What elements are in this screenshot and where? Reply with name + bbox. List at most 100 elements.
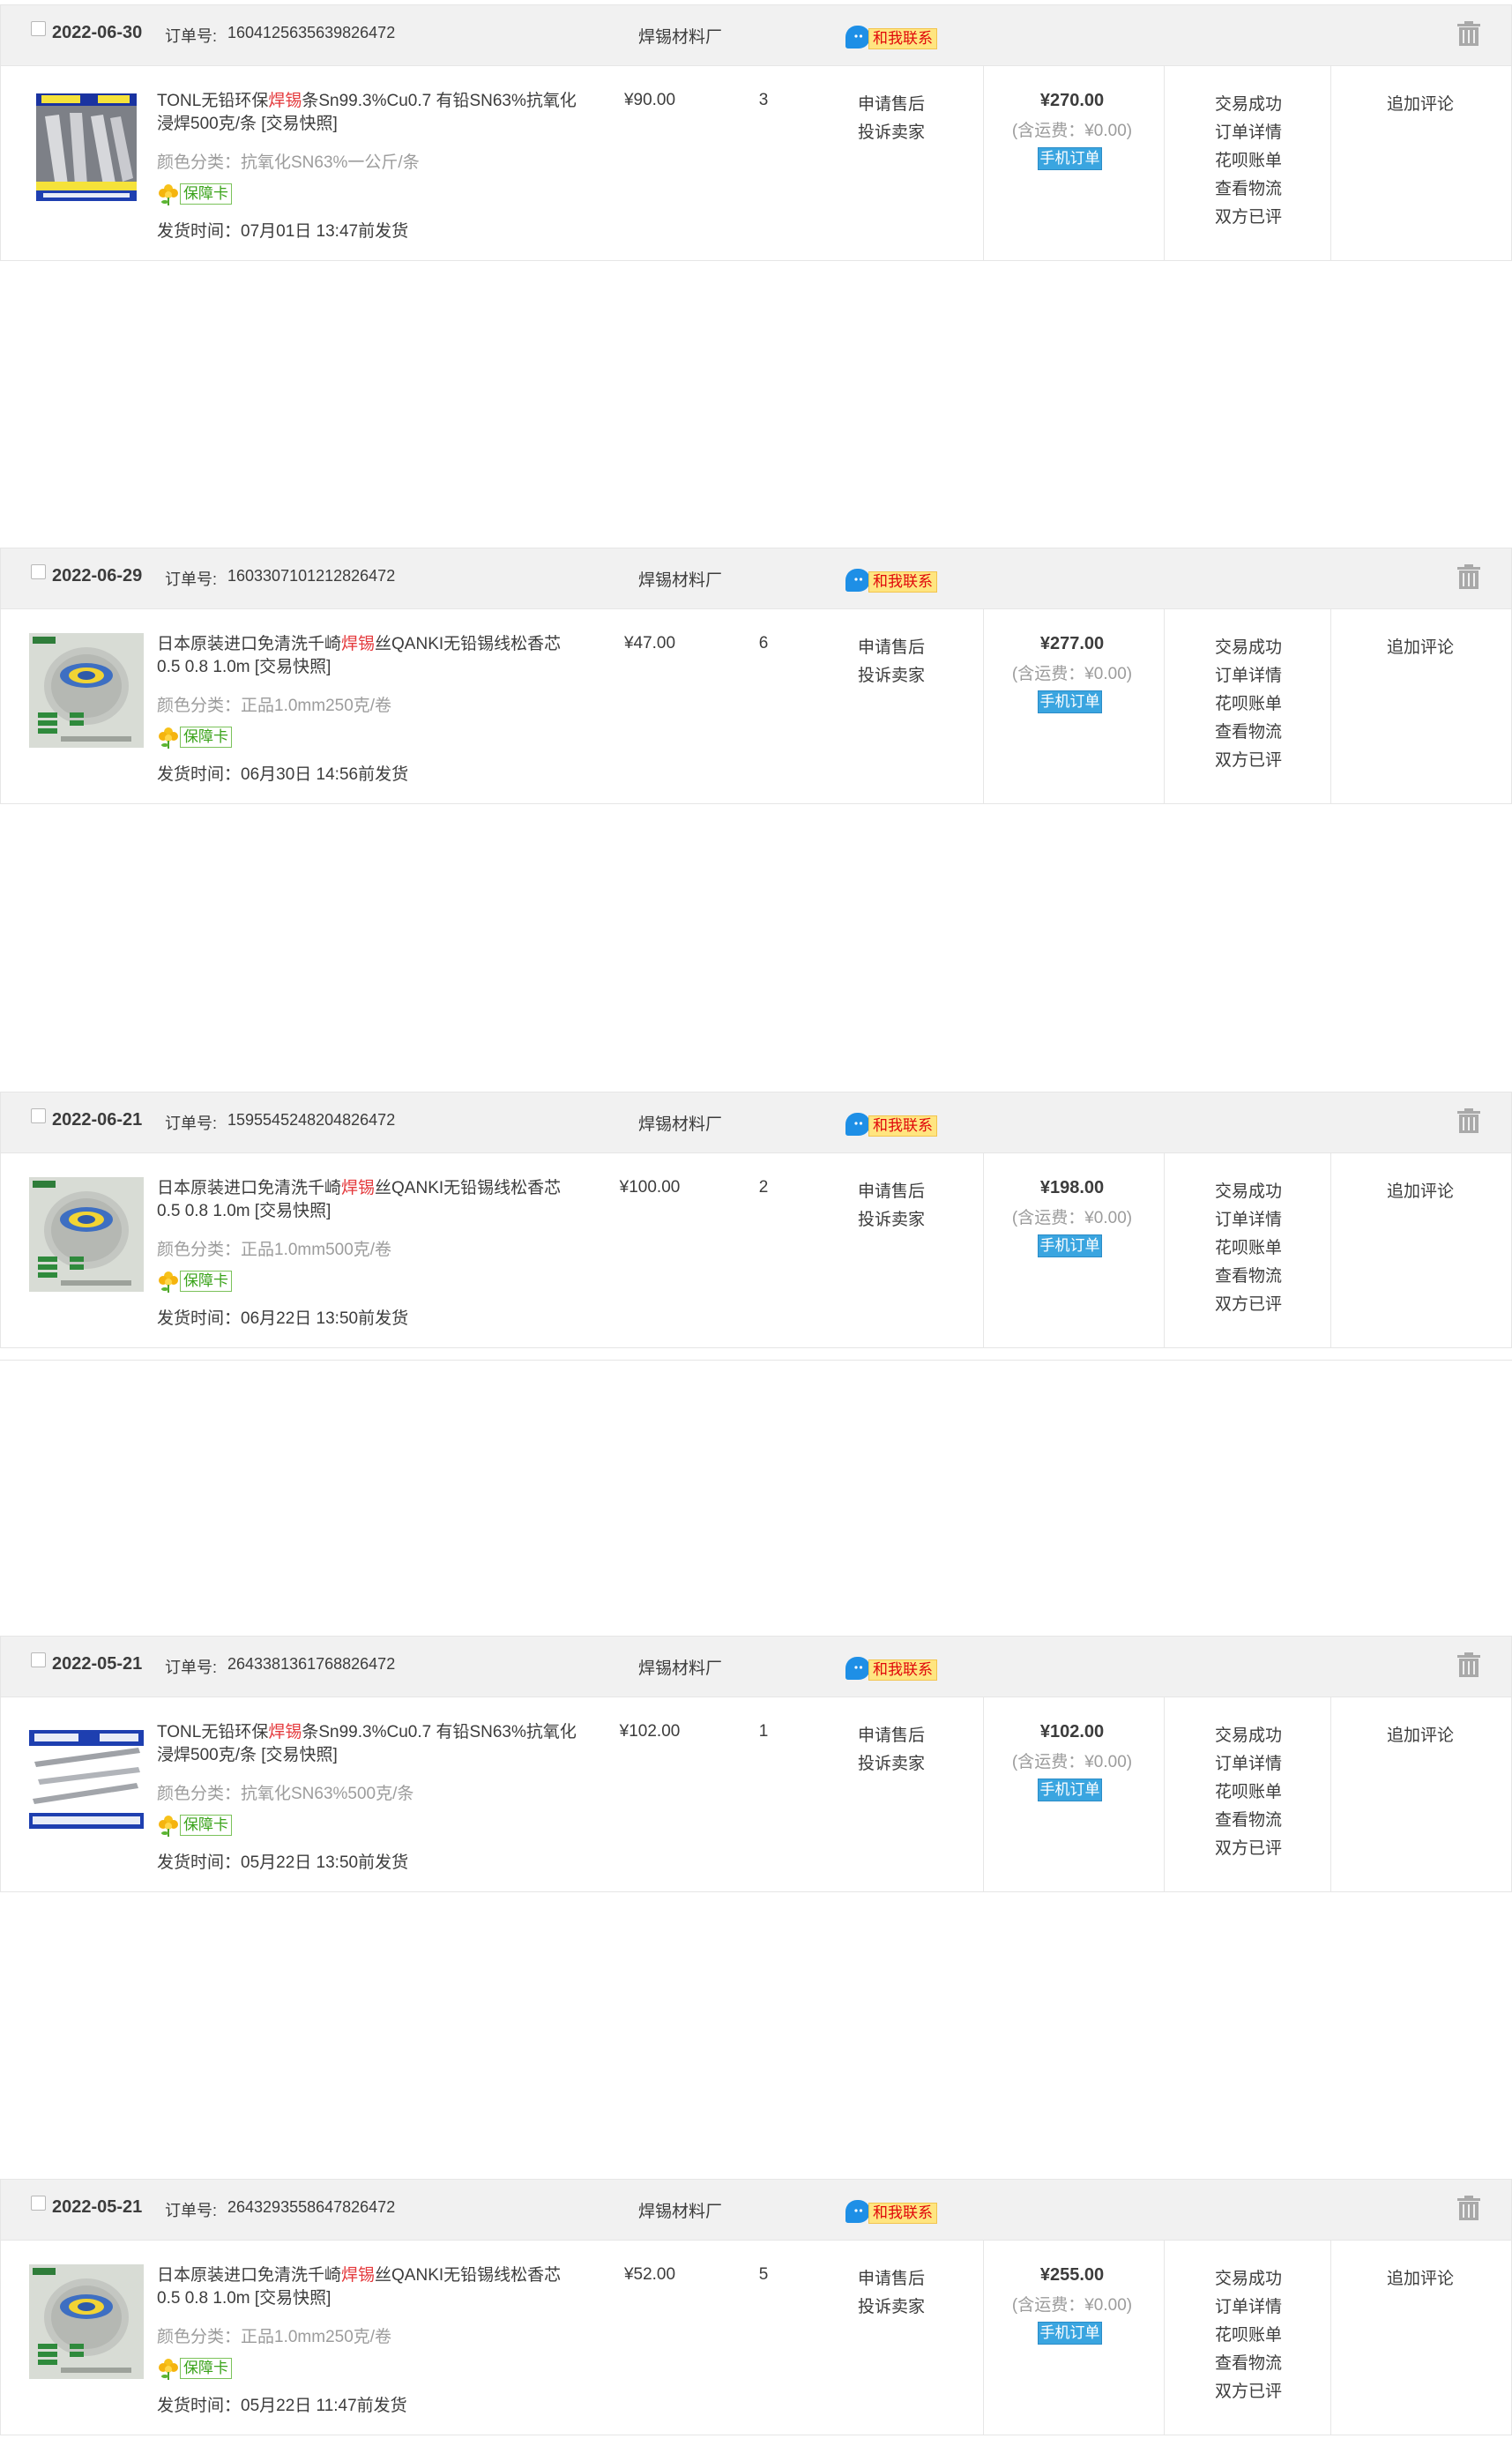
order-date: 2022-05-21 xyxy=(52,2197,143,2217)
order-detail-link[interactable]: 订单详情 xyxy=(1178,119,1319,147)
shop-name-link[interactable]: 焊锡材料厂 xyxy=(638,1655,722,1679)
column-divider xyxy=(1330,609,1331,803)
solder-wire-spool-icon[interactable] xyxy=(29,1177,144,1292)
order-select-checkbox[interactable] xyxy=(31,1108,46,1123)
solder-wire-spool-icon[interactable] xyxy=(29,633,144,748)
quantity: 1 xyxy=(758,1722,769,1741)
solder-bar-blue-icon[interactable] xyxy=(29,90,144,205)
apply-after-sale-link[interactable]: 申请售后 xyxy=(821,1722,962,1750)
solder-bar-white-icon[interactable] xyxy=(29,1721,144,1836)
contact-seller-label: 和我联系 xyxy=(868,571,937,593)
ship-time: 发货时间：07月01日 13:47前发货 xyxy=(157,222,409,241)
order-number: 2643381361768826472 xyxy=(227,1655,396,1673)
view-logistics-link[interactable]: 查看物流 xyxy=(1178,1263,1319,1291)
product-title-prefix: TONL无铅环保 xyxy=(157,92,269,110)
unit-price: ¥47.00 xyxy=(623,634,676,653)
trash-icon[interactable] xyxy=(1457,564,1480,589)
column-divider xyxy=(1330,2241,1331,2435)
order-total: ¥198.00 xyxy=(1039,1178,1105,1197)
product-title-keyword: 焊锡 xyxy=(341,635,376,653)
huabei-bill-link[interactable]: 花呗账单 xyxy=(1178,690,1319,719)
order-number: 1603307101212826472 xyxy=(227,567,396,585)
complain-seller-link[interactable]: 投诉卖家 xyxy=(821,662,962,690)
order-detail-link[interactable]: 订单详情 xyxy=(1178,1206,1319,1234)
guarantee-card-badge[interactable]: 保障卡 xyxy=(157,726,232,749)
order-detail-link[interactable]: 订单详情 xyxy=(1178,2293,1319,2322)
add-review-link[interactable]: 追加评论 xyxy=(1337,1722,1504,1746)
order-header: 2022-06-30 订单号: 1604125635639826472 焊锡材料… xyxy=(0,4,1512,66)
apply-after-sale-link[interactable]: 申请售后 xyxy=(821,91,962,119)
both-reviewed-link[interactable]: 双方已评 xyxy=(1178,1835,1319,1863)
add-review-link[interactable]: 追加评论 xyxy=(1337,634,1504,658)
shop-name-link[interactable]: 焊锡材料厂 xyxy=(638,1111,722,1135)
view-logistics-link[interactable]: 查看物流 xyxy=(1178,2350,1319,2378)
order-date: 2022-05-21 xyxy=(52,1654,143,1674)
shop-name-link[interactable]: 焊锡材料厂 xyxy=(638,24,722,48)
order-number-label: 订单号: xyxy=(165,27,218,45)
product-spec: 颜色分类：正品1.0mm250克/卷 xyxy=(157,697,392,715)
product-title-link[interactable]: TONL无铅环保焊锡条Sn99.3%Cu0.7 有铅SN63%抗氧化浸焊500克… xyxy=(157,90,585,136)
chat-bubble-icon xyxy=(845,2200,870,2223)
guarantee-card-badge[interactable]: 保障卡 xyxy=(157,1270,232,1293)
guarantee-card-badge[interactable]: 保障卡 xyxy=(157,2357,232,2380)
order-select-checkbox[interactable] xyxy=(31,21,46,36)
huabei-bill-link[interactable]: 花呗账单 xyxy=(1178,2322,1319,2350)
complain-seller-link[interactable]: 投诉卖家 xyxy=(821,1206,962,1234)
after-sale-links: 申请售后 投诉卖家 xyxy=(821,1178,962,1234)
complain-seller-link[interactable]: 投诉卖家 xyxy=(821,119,962,147)
trade-status: 交易成功 xyxy=(1214,1182,1282,1201)
order-select-checkbox[interactable] xyxy=(31,2196,46,2211)
both-reviewed-link[interactable]: 双方已评 xyxy=(1178,204,1319,232)
trash-icon[interactable] xyxy=(1457,2196,1480,2220)
complain-seller-link[interactable]: 投诉卖家 xyxy=(821,2293,962,2322)
product-title-link[interactable]: 日本原装进口免清洗千崎焊锡丝QANKI无铅锡线松香芯 0.5 0.8 1.0m … xyxy=(157,633,585,679)
apply-after-sale-link[interactable]: 申请售后 xyxy=(821,2265,962,2293)
order-select-checkbox[interactable] xyxy=(31,1652,46,1667)
both-reviewed-link[interactable]: 双方已评 xyxy=(1178,747,1319,775)
view-logistics-link[interactable]: 查看物流 xyxy=(1178,1807,1319,1835)
chat-bubble-icon xyxy=(845,569,870,592)
order-detail-link[interactable]: 订单详情 xyxy=(1178,662,1319,690)
product-title-link[interactable]: 日本原装进口免清洗千崎焊锡丝QANKI无铅锡线松香芯 0.5 0.8 1.0m … xyxy=(157,2264,585,2310)
product-spec: 颜色分类：抗氧化SN63%一公斤/条 xyxy=(157,153,420,172)
order-detail-link[interactable]: 订单详情 xyxy=(1178,1750,1319,1779)
add-review-link[interactable]: 追加评论 xyxy=(1337,2265,1504,2289)
product-title-keyword: 焊锡 xyxy=(268,1723,302,1741)
guarantee-card-label: 保障卡 xyxy=(180,1271,232,1292)
add-review-link[interactable]: 追加评论 xyxy=(1337,1178,1504,1202)
mobile-order-badge: 手机订单 xyxy=(1038,2322,1102,2345)
huabei-bill-link[interactable]: 花呗账单 xyxy=(1178,1234,1319,1263)
trash-icon[interactable] xyxy=(1457,1108,1480,1133)
both-reviewed-link[interactable]: 双方已评 xyxy=(1178,2378,1319,2406)
order-date: 2022-06-21 xyxy=(52,1110,143,1130)
view-logistics-link[interactable]: 查看物流 xyxy=(1178,719,1319,747)
both-reviewed-link[interactable]: 双方已评 xyxy=(1178,1291,1319,1319)
complain-seller-link[interactable]: 投诉卖家 xyxy=(821,1750,962,1779)
after-sale-links: 申请售后 投诉卖家 xyxy=(821,2265,962,2322)
huabei-bill-link[interactable]: 花呗账单 xyxy=(1178,1779,1319,1807)
trash-icon[interactable] xyxy=(1457,21,1480,46)
column-divider xyxy=(1164,1153,1165,1347)
product-title-link[interactable]: 日本原装进口免清洗千崎焊锡丝QANKI无铅锡线松香芯 0.5 0.8 1.0m … xyxy=(157,1177,585,1223)
shipping-fee: (含运费：¥0.00) xyxy=(1011,122,1133,140)
guarantee-card-badge[interactable]: 保障卡 xyxy=(157,1814,232,1837)
flower-icon xyxy=(159,727,178,749)
apply-after-sale-link[interactable]: 申请售后 xyxy=(821,1178,962,1206)
shop-name-link[interactable]: 焊锡材料厂 xyxy=(638,567,722,591)
shop-name-link[interactable]: 焊锡材料厂 xyxy=(638,2198,722,2222)
order-header: 2022-05-21 订单号: 2643293558647826472 焊锡材料… xyxy=(0,2179,1512,2241)
flower-icon xyxy=(159,1271,178,1293)
order-number-label: 订单号: xyxy=(165,1659,218,1676)
solder-wire-spool-icon[interactable] xyxy=(29,2264,144,2379)
order-select-checkbox[interactable] xyxy=(31,564,46,579)
add-review-link[interactable]: 追加评论 xyxy=(1337,91,1504,115)
chat-bubble-icon xyxy=(845,1113,870,1136)
apply-after-sale-link[interactable]: 申请售后 xyxy=(821,634,962,662)
guarantee-card-badge[interactable]: 保障卡 xyxy=(157,183,232,205)
unit-price: ¥100.00 xyxy=(619,1178,681,1197)
view-logistics-link[interactable]: 查看物流 xyxy=(1178,175,1319,204)
product-title-link[interactable]: TONL无铅环保焊锡条Sn99.3%Cu0.7 有铅SN63%抗氧化浸焊500克… xyxy=(157,1721,585,1767)
huabei-bill-link[interactable]: 花呗账单 xyxy=(1178,147,1319,175)
trash-icon[interactable] xyxy=(1457,1652,1480,1677)
unit-price: ¥52.00 xyxy=(623,2265,676,2284)
